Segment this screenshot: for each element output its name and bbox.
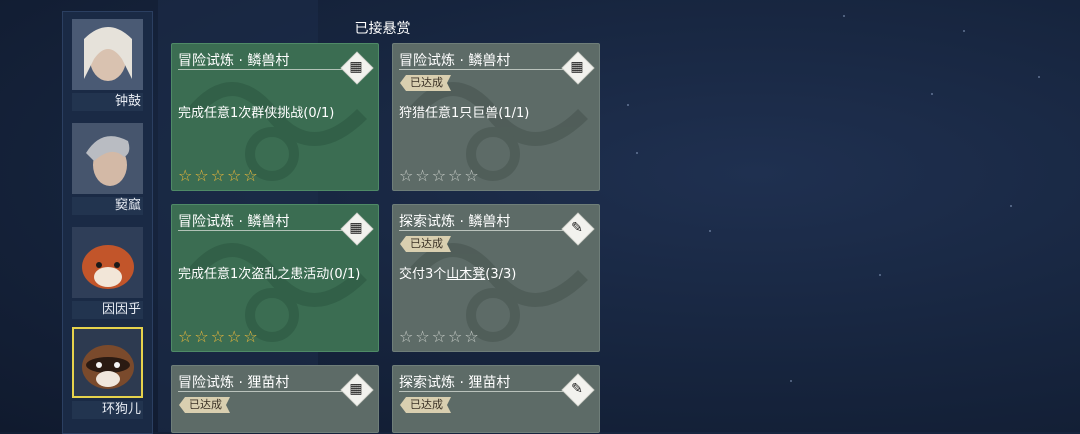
character-name: 钟鼓 — [72, 93, 143, 111]
character-portrait — [72, 19, 143, 90]
quest-description: 完成任意1次群侠挑战(0/1) — [178, 106, 335, 121]
quest-card[interactable]: 冒险试炼 · 鳞兽村 ▦ 完成任意1次群侠挑战(0/1) ☆☆☆☆☆ — [171, 43, 379, 191]
quest-card[interactable]: 探索试炼 · 狸苗村 ✎ 已达成 — [392, 365, 600, 433]
quest-description: 狩猎任意1只巨兽(1/1) — [399, 106, 530, 121]
completed-badge: 已达成 — [400, 236, 451, 252]
quest-card[interactable]: 冒险试炼 · 鳞兽村 ▦ 完成任意1次盗乱之患活动(0/1) ☆☆☆☆☆ — [171, 204, 379, 352]
character-name: 因因乎 — [72, 301, 143, 319]
mask-icon: ▦ — [340, 373, 374, 407]
quest-title: 冒险试炼 · 鳞兽村 — [178, 53, 290, 69]
quest-title: 冒险试炼 · 鳞兽村 — [399, 53, 511, 69]
character-portrait — [72, 123, 143, 194]
character-name: 窫窳 — [72, 197, 143, 215]
completed-badge: 已达成 — [179, 397, 230, 413]
quest-title: 冒险试炼 · 狸苗村 — [178, 375, 290, 391]
quest-card[interactable]: 冒险试炼 · 狸苗村 ▦ 已达成 — [171, 365, 379, 433]
quest-title: 探索试炼 · 鳞兽村 — [399, 214, 511, 230]
character-yinyinhu[interactable]: 因因乎 — [72, 227, 143, 319]
quest-title: 冒险试炼 · 鳞兽村 — [178, 214, 290, 230]
quest-card[interactable]: 探索试炼 · 鳞兽村 ✎ 已达成 交付3个山木凳(3/3) ☆☆☆☆☆ — [392, 204, 600, 352]
quest-description: 完成任意1次盗乱之患活动(0/1) — [178, 267, 361, 282]
character-huangouer[interactable]: 环狗儿 — [72, 327, 143, 419]
item-link[interactable]: 山木凳 — [446, 267, 485, 282]
scroll-icon: ✎ — [561, 212, 595, 246]
quest-card[interactable]: 冒险试炼 · 鳞兽村 ▦ 已达成 狩猎任意1只巨兽(1/1) ☆☆☆☆☆ — [392, 43, 600, 191]
quest-title: 探索试炼 · 狸苗村 — [399, 375, 511, 391]
character-name: 环狗儿 — [72, 401, 143, 419]
difficulty-stars: ☆☆☆☆☆ — [178, 327, 260, 346]
panel-title: 已接悬赏 — [354, 21, 411, 37]
quest-description: 交付3个山木凳(3/3) — [399, 267, 517, 282]
mask-icon: ▦ — [561, 51, 595, 85]
character-zhonggu[interactable]: 钟鼓 — [72, 19, 143, 111]
character-list: 钟鼓 窫窳 因因乎 环狗儿 — [62, 11, 153, 434]
difficulty-stars: ☆☆☆☆☆ — [178, 166, 260, 185]
character-portrait — [72, 327, 143, 398]
difficulty-stars: ☆☆☆☆☆ — [399, 166, 481, 185]
mask-icon: ▦ — [340, 51, 374, 85]
character-portrait — [72, 227, 143, 298]
difficulty-stars: ☆☆☆☆☆ — [399, 327, 481, 346]
completed-badge: 已达成 — [400, 397, 451, 413]
mask-icon: ▦ — [340, 212, 374, 246]
completed-badge: 已达成 — [400, 75, 451, 91]
scroll-icon: ✎ — [561, 373, 595, 407]
character-yayu[interactable]: 窫窳 — [72, 123, 143, 215]
